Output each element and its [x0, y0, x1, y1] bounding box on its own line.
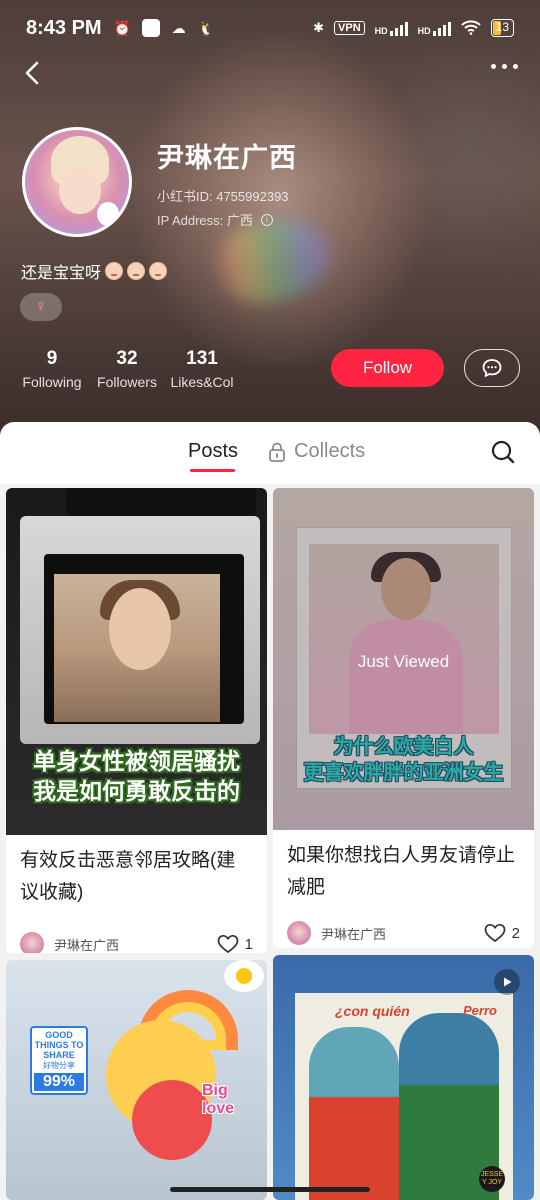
tab-collects-label: Collects: [294, 440, 366, 462]
author-avatar[interactable]: [20, 932, 44, 953]
search-icon: [491, 440, 515, 464]
status-time: 8:43 PM: [26, 16, 102, 39]
active-tab-indicator: [190, 469, 235, 472]
app-notification-icon: [140, 19, 162, 37]
good-things-tag: GOOD THINGS TO SHARE 好物分享 99%: [30, 1026, 88, 1095]
like-button[interactable]: 2: [484, 923, 520, 943]
search-button[interactable]: [490, 439, 516, 465]
more-options-button[interactable]: [491, 64, 518, 69]
post-cover-image[interactable]: ¿con quién Perro JESSE Y JOY: [273, 955, 534, 1200]
just-viewed-overlay: Just Viewed: [357, 652, 450, 671]
more-dot-icon: [513, 64, 518, 69]
likes-collects-stat[interactable]: 131 Likes&Col: [170, 348, 234, 390]
chat-bubble-icon: [482, 359, 502, 377]
post-title[interactable]: 如果你想找白人男友请停止减肥: [273, 830, 534, 910]
profile-tabs: Posts Collects: [0, 422, 540, 484]
baby-emoji-icon: [149, 262, 168, 280]
post-card[interactable]: GOOD THINGS TO SHARE 好物分享 99% Big love: [6, 960, 267, 1200]
big-love-sticker: Big love: [202, 1082, 235, 1117]
post-cover-caption: 为什么欧美白人 更喜欢胖胖的亚洲女生: [303, 736, 504, 784]
message-button[interactable]: [464, 349, 520, 387]
baby-emoji-icon: [105, 262, 124, 280]
profile-name: 尹琳在广西: [157, 143, 297, 173]
like-button[interactable]: 1: [217, 934, 253, 953]
more-dot-icon: [502, 64, 507, 69]
wifi-icon: [460, 19, 481, 38]
post-cover-image[interactable]: GOOD THINGS TO SHARE 好物分享 99% Big love: [6, 960, 267, 1200]
profile-id: 小红书ID: 4755992393: [157, 189, 289, 204]
following-label: Following: [22, 374, 82, 390]
status-bar: 8:43 PM ⏰ ☁ 🐧 ✱ VPN HD HD 13: [0, 0, 540, 56]
post-card[interactable]: 为什么欧美白人 更喜欢胖胖的亚洲女生 Just Viewed 如果你想找白人男友…: [273, 488, 534, 948]
likes-collects-count: 131: [186, 348, 218, 369]
bio-text: 还是宝宝呀: [21, 265, 102, 282]
cloud-icon: ☁: [171, 19, 186, 36]
tab-posts[interactable]: Posts: [188, 440, 238, 463]
info-icon[interactable]: i: [260, 213, 273, 226]
chevron-left-icon: [25, 61, 39, 85]
profile-avatar[interactable]: [22, 127, 132, 237]
followers-label: Followers: [97, 374, 157, 390]
home-indicator[interactable]: [170, 1187, 370, 1192]
followers-stat[interactable]: 32 Followers: [95, 348, 159, 390]
more-dot-icon: [491, 64, 496, 69]
gender-badge: ♀: [20, 293, 62, 321]
profile-bio: 还是宝宝呀: [21, 259, 168, 283]
post-meta: 尹琳在广西 1: [6, 927, 267, 953]
lock-icon: [269, 442, 285, 462]
post-card[interactable]: 单身女性被领居骚扰 我是如何勇敢反击的 有效反击恶意邻居攻略(建议收藏) 尹琳在…: [6, 488, 267, 953]
artist-badge: JESSE Y JOY: [479, 1166, 505, 1192]
ip-address-text: IP Address: 广西: [157, 213, 253, 228]
alarm-icon: ⏰: [113, 19, 132, 36]
like-count: 1: [244, 935, 253, 953]
post-cover-caption: 单身女性被领居骚扰 我是如何勇敢反击的: [33, 748, 240, 804]
post-meta: 尹琳在广西 2: [273, 916, 534, 948]
profile-header: 8:43 PM ⏰ ☁ 🐧 ✱ VPN HD HD 13 尹琳在广西 小红书ID…: [0, 0, 540, 440]
followers-count: 32: [116, 348, 138, 369]
signal-2: HD: [418, 20, 451, 36]
poster-text: Perro: [463, 1003, 497, 1018]
battery-indicator: 13: [490, 19, 514, 37]
author-name[interactable]: 尹琳在广西: [321, 924, 386, 943]
heart-icon: [217, 934, 239, 953]
following-count: 9: [46, 348, 58, 369]
tab-collects[interactable]: Collects: [268, 440, 365, 463]
profile-ip-address: IP Address: 广西 i: [157, 210, 273, 229]
posts-feed: 单身女性被领居骚扰 我是如何勇敢反击的 有效反击恶意邻居攻略(建议收藏) 尹琳在…: [0, 484, 540, 1200]
egg-sticker: [224, 960, 264, 992]
poster-text: ¿con quién: [335, 1003, 410, 1019]
baby-emoji-icon: [127, 262, 146, 280]
author-name[interactable]: 尹琳在广西: [54, 935, 119, 954]
likes-collects-label: Likes&Col: [170, 374, 234, 390]
back-button[interactable]: [18, 58, 48, 88]
following-stat[interactable]: 9 Following: [20, 348, 84, 390]
cartoon-sticker: [132, 1080, 212, 1160]
follow-button[interactable]: Follow: [331, 349, 444, 387]
vpn-badge: VPN: [334, 21, 365, 35]
like-count: 2: [511, 924, 520, 942]
post-card[interactable]: ¿con quién Perro JESSE Y JOY: [273, 955, 534, 1200]
author-avatar[interactable]: [287, 921, 311, 945]
post-cover-image[interactable]: 为什么欧美白人 更喜欢胖胖的亚洲女生 Just Viewed: [273, 488, 534, 830]
video-play-icon: [494, 969, 520, 995]
post-cover-image[interactable]: 单身女性被领居骚扰 我是如何勇敢反击的: [6, 488, 267, 835]
bluetooth-icon: ✱: [313, 20, 325, 35]
qq-icon: 🐧: [197, 19, 216, 36]
signal-1: HD: [375, 20, 408, 36]
heart-icon: [484, 923, 506, 942]
post-title[interactable]: 有效反击恶意邻居攻略(建议收藏): [6, 835, 267, 915]
